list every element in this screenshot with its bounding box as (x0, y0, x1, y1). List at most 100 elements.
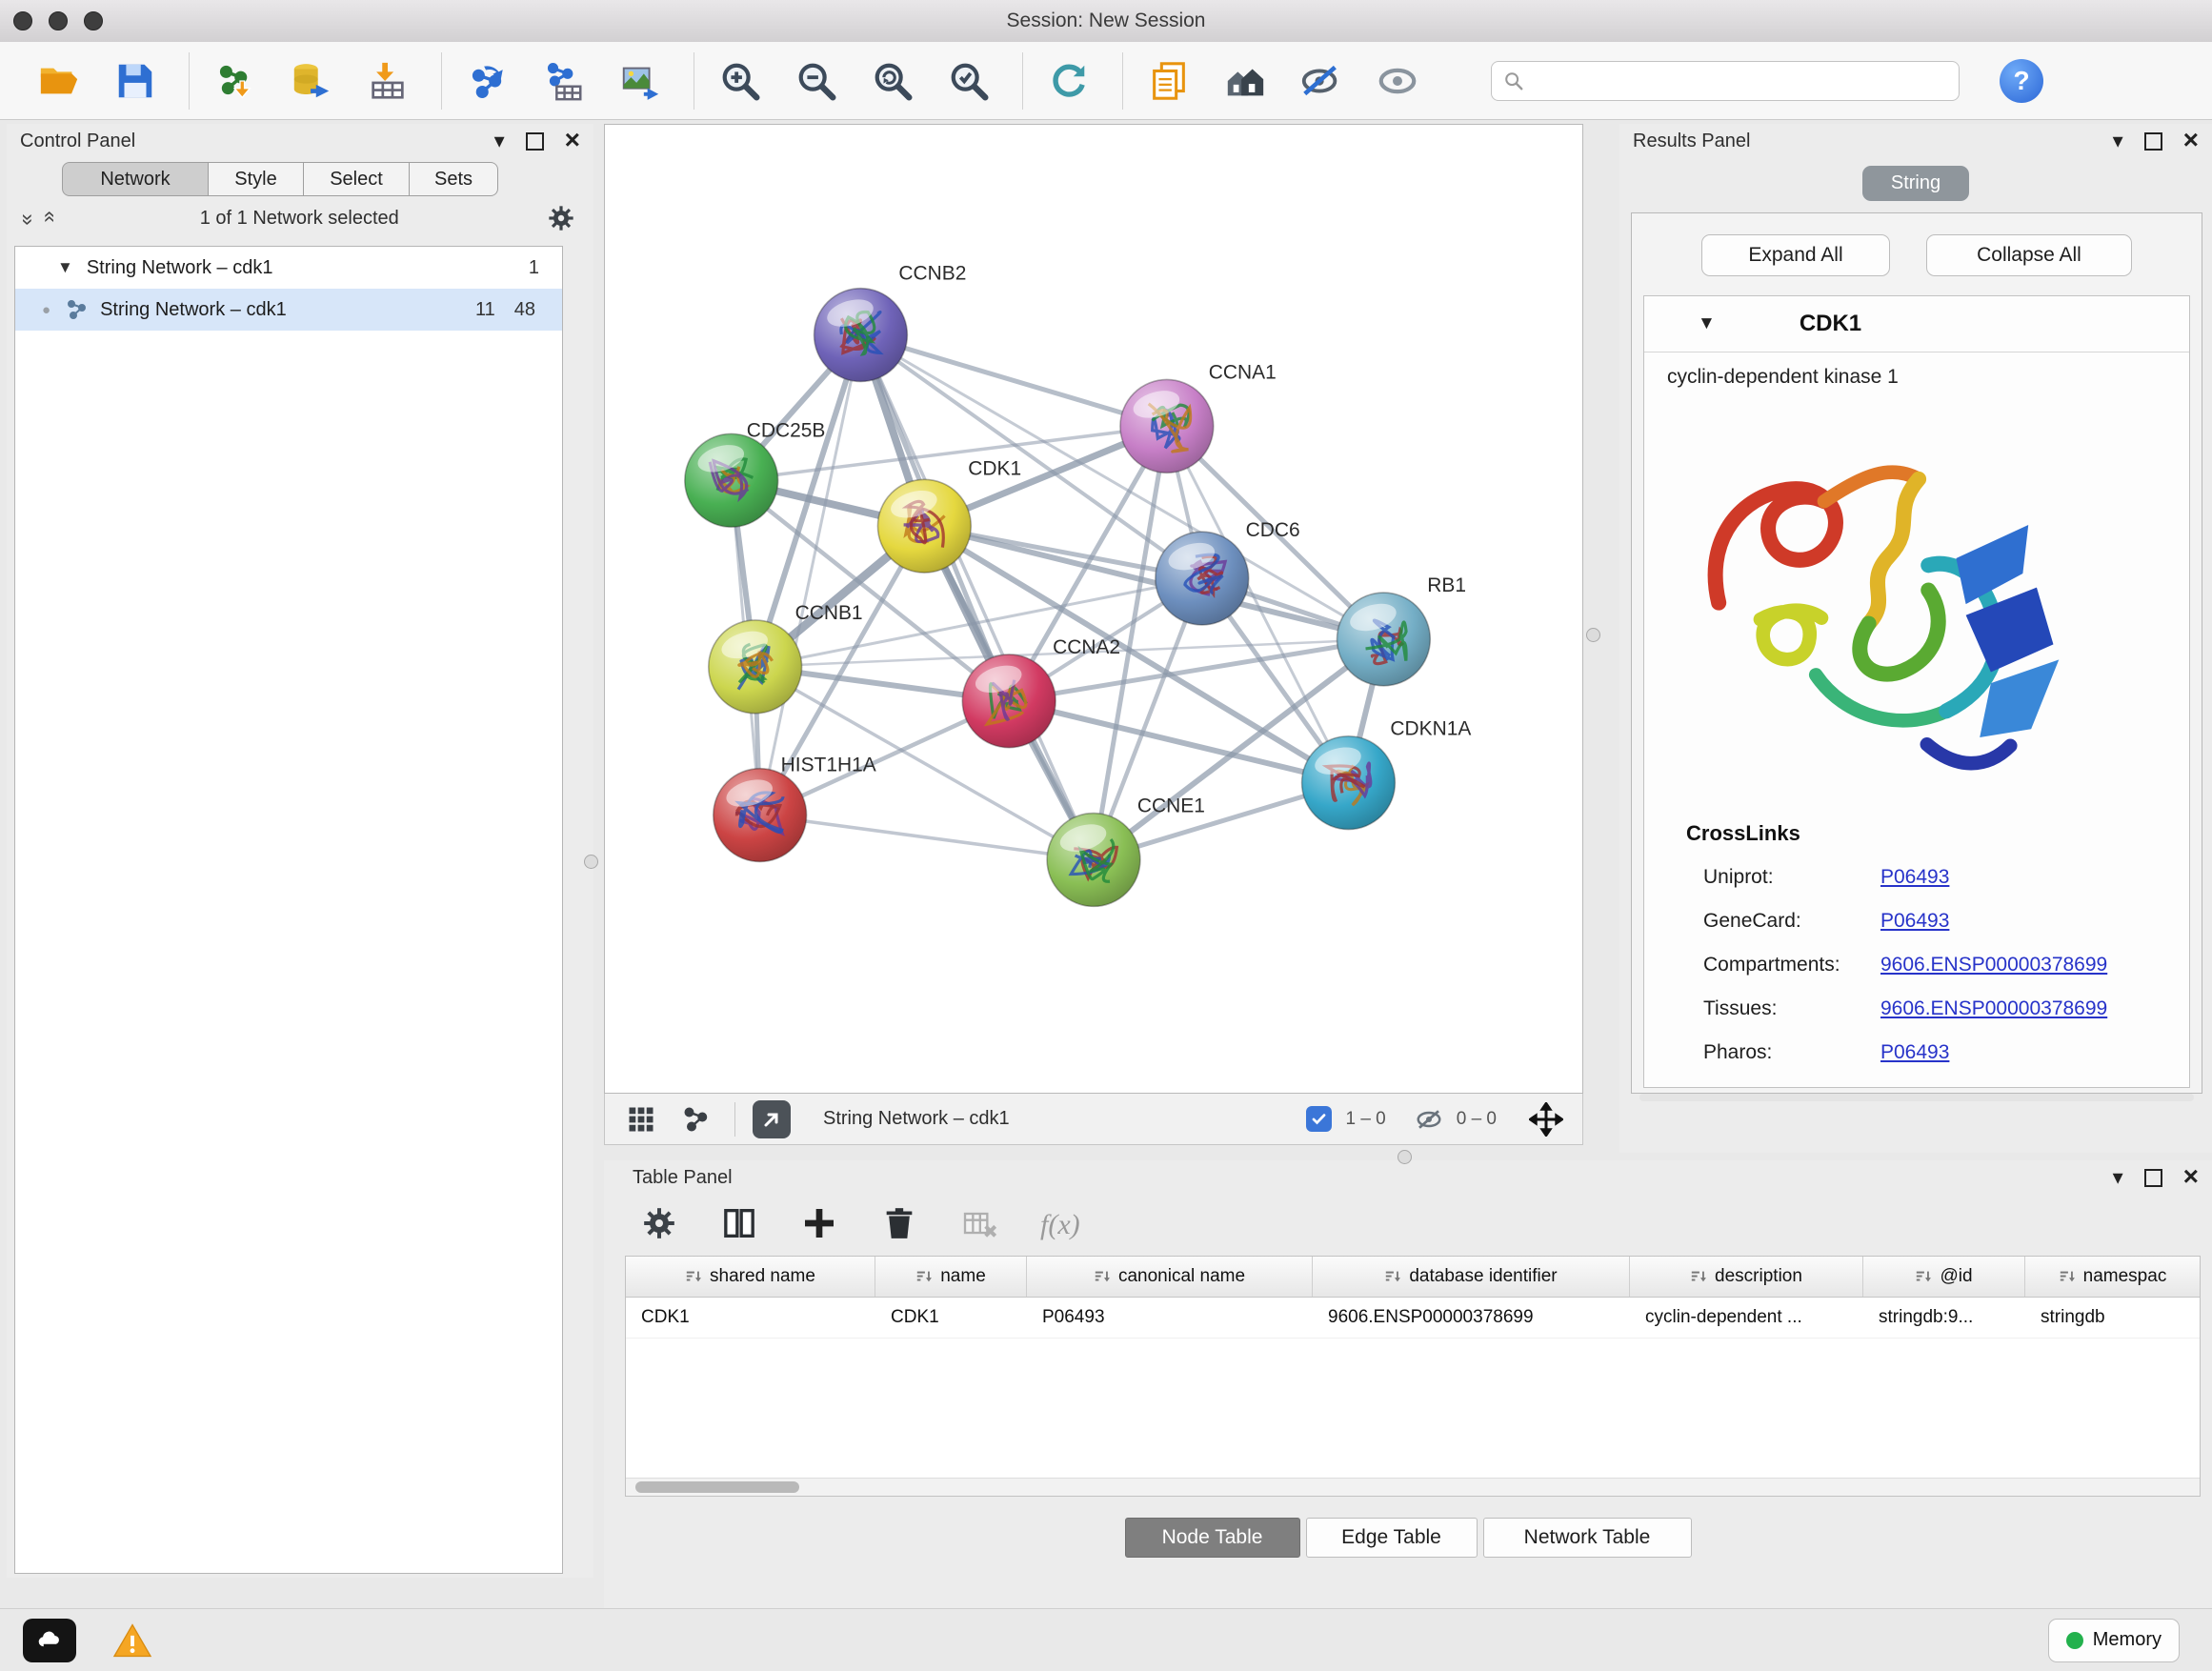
panel-close-icon[interactable]: × (2183, 1163, 2199, 1190)
graph-node-CCNB1[interactable] (709, 620, 802, 714)
panel-collapse-icon[interactable]: ▾ (2113, 1167, 2123, 1188)
export-image-button[interactable] (613, 54, 667, 108)
node-table: shared name name canonical name database… (625, 1256, 2201, 1497)
memory-button[interactable]: Memory (2048, 1619, 2180, 1662)
compartments-link[interactable]: 9606.ENSP00000378699 (1880, 954, 2107, 976)
graph-node-RB1[interactable] (1337, 593, 1430, 686)
warnings-button[interactable] (109, 1619, 156, 1662)
cloud-status-button[interactable] (23, 1619, 76, 1662)
open-in-window-button[interactable] (753, 1100, 791, 1138)
network-graph[interactable]: CCNB2CCNA1CDC25BCDK1CDC6RB1CCNB1CCNA2CDK… (605, 125, 1582, 1093)
control-panel-tabs: Network Style Select Sets (62, 162, 502, 196)
import-table-button[interactable] (361, 54, 414, 108)
column-header[interactable]: description (1630, 1257, 1863, 1297)
search-input[interactable] (1532, 70, 1947, 92)
tissues-link[interactable]: 9606.ENSP00000378699 (1880, 997, 2107, 1020)
import-network-file-icon (213, 59, 257, 103)
network-options-gear-icon[interactable] (546, 203, 576, 233)
column-header[interactable]: canonical name (1027, 1257, 1313, 1297)
zoom-out-button[interactable] (790, 54, 843, 108)
panel-close-icon[interactable]: × (565, 127, 580, 153)
column-header[interactable]: shared name (626, 1257, 875, 1297)
scrollbar-thumb[interactable] (635, 1481, 799, 1493)
panel-close-icon[interactable]: × (2183, 127, 2199, 153)
tab-edge-table[interactable]: Edge Table (1306, 1518, 1478, 1558)
results-scrollbar[interactable] (1639, 1094, 2194, 1101)
table-horizontal-scrollbar[interactable] (626, 1478, 2200, 1496)
save-session-button[interactable] (109, 54, 162, 108)
hide-glyphs-button[interactable] (1295, 54, 1348, 108)
new-network-table-button[interactable] (537, 54, 591, 108)
expand-all-button[interactable]: Expand All (1701, 234, 1890, 276)
zoom-in-icon (718, 59, 762, 103)
string-home-button[interactable] (1218, 54, 1272, 108)
open-session-button[interactable] (32, 54, 86, 108)
vertical-splitter-handle[interactable] (1586, 628, 1600, 642)
table-panel-title: Table Panel (633, 1167, 733, 1189)
collection-disclosure-icon[interactable]: ▼ (57, 258, 73, 277)
panel-float-icon[interactable] (2144, 132, 2162, 151)
copy-document-button[interactable] (1142, 54, 1196, 108)
graph-node-CCNE1[interactable] (1047, 814, 1140, 907)
tab-node-table[interactable]: Node Table (1125, 1518, 1300, 1558)
node-label-CCNA2: CCNA2 (1053, 636, 1120, 658)
zoom-in-button[interactable] (714, 54, 767, 108)
toolbar-separator (734, 1102, 735, 1137)
help-label: ? (2013, 66, 2029, 96)
horizontal-splitter-handle[interactable] (1398, 1150, 1412, 1164)
network-share-icon[interactable] (679, 1102, 714, 1137)
delete-column-button[interactable] (880, 1204, 918, 1247)
network-view-canvas[interactable]: CCNB2CCNA1CDC25BCDK1CDC6RB1CCNB1CCNA2CDK… (604, 124, 1583, 1094)
table-options-gear-button[interactable] (640, 1204, 678, 1247)
pharos-link[interactable]: P06493 (1880, 1041, 1949, 1064)
show-glyphs-button[interactable] (1371, 54, 1424, 108)
tab-string[interactable]: String (1862, 166, 1969, 201)
add-column-button[interactable] (800, 1204, 838, 1247)
column-header[interactable]: database identifier (1313, 1257, 1630, 1297)
birds-eye-grid-icon[interactable] (624, 1102, 658, 1137)
protein-disclosure-icon[interactable]: ▼ (1698, 313, 1716, 334)
panel-float-icon[interactable] (526, 132, 544, 151)
graph-node-CDC6[interactable] (1156, 532, 1249, 625)
uniprot-link[interactable]: P06493 (1880, 866, 1949, 889)
column-header[interactable]: name (875, 1257, 1027, 1297)
protein-card-header[interactable]: ▼ CDK1 (1644, 296, 2189, 352)
function-builder-button[interactable]: f(x) (1040, 1209, 1080, 1241)
tab-network[interactable]: Network (62, 162, 209, 196)
zoom-selected-button[interactable] (942, 54, 995, 108)
tab-network-table[interactable]: Network Table (1483, 1518, 1692, 1558)
panel-collapse-icon[interactable]: ▾ (494, 131, 505, 151)
graph-node-CCNA1[interactable] (1120, 379, 1214, 473)
panel-float-icon[interactable] (2144, 1169, 2162, 1187)
column-header[interactable]: @id (1863, 1257, 2025, 1297)
move-crosshair-icon[interactable] (1529, 1102, 1563, 1137)
collapse-all-networks-icon[interactable]: » (36, 213, 61, 222)
results-panel: Results Panel ▾ × String Expand All Coll… (1619, 124, 2212, 1153)
tab-select[interactable]: Select (304, 162, 410, 196)
graph-node-CDKN1A[interactable] (1302, 736, 1396, 830)
search-field[interactable] (1491, 61, 1960, 101)
show-columns-button[interactable] (720, 1204, 758, 1247)
network-collection-row[interactable]: ▼ String Network – cdk1 1 (15, 247, 562, 289)
graph-node-HIST1H1A[interactable] (714, 769, 807, 862)
tab-style[interactable]: Style (209, 162, 304, 196)
network-row[interactable]: ● String Network – cdk1 11 48 (15, 289, 562, 331)
table-row[interactable]: CDK1 CDK1 P06493 9606.ENSP00000378699 cy… (626, 1298, 2200, 1339)
help-button[interactable]: ? (2000, 59, 2043, 103)
collapse-all-button[interactable]: Collapse All (1926, 234, 2132, 276)
tab-sets[interactable]: Sets (410, 162, 498, 196)
import-network-database-button[interactable] (285, 54, 338, 108)
apply-layout-button[interactable] (1042, 54, 1096, 108)
panel-collapse-icon[interactable]: ▾ (2113, 131, 2123, 151)
new-network-button[interactable] (461, 54, 514, 108)
selected-checkbox-icon[interactable] (1306, 1106, 1332, 1132)
vertical-splitter-handle[interactable] (584, 855, 598, 869)
column-header[interactable]: namespac (2025, 1257, 2200, 1297)
import-network-file-button[interactable] (209, 54, 262, 108)
graph-node-CDK1[interactable] (877, 479, 971, 573)
genecard-link[interactable]: P06493 (1880, 910, 1949, 933)
zoom-fit-button[interactable] (866, 54, 919, 108)
graph-node-CCNB2[interactable] (814, 289, 908, 382)
graph-node-CCNA2[interactable] (962, 654, 1056, 748)
graph-node-CDC25B[interactable] (685, 433, 778, 527)
